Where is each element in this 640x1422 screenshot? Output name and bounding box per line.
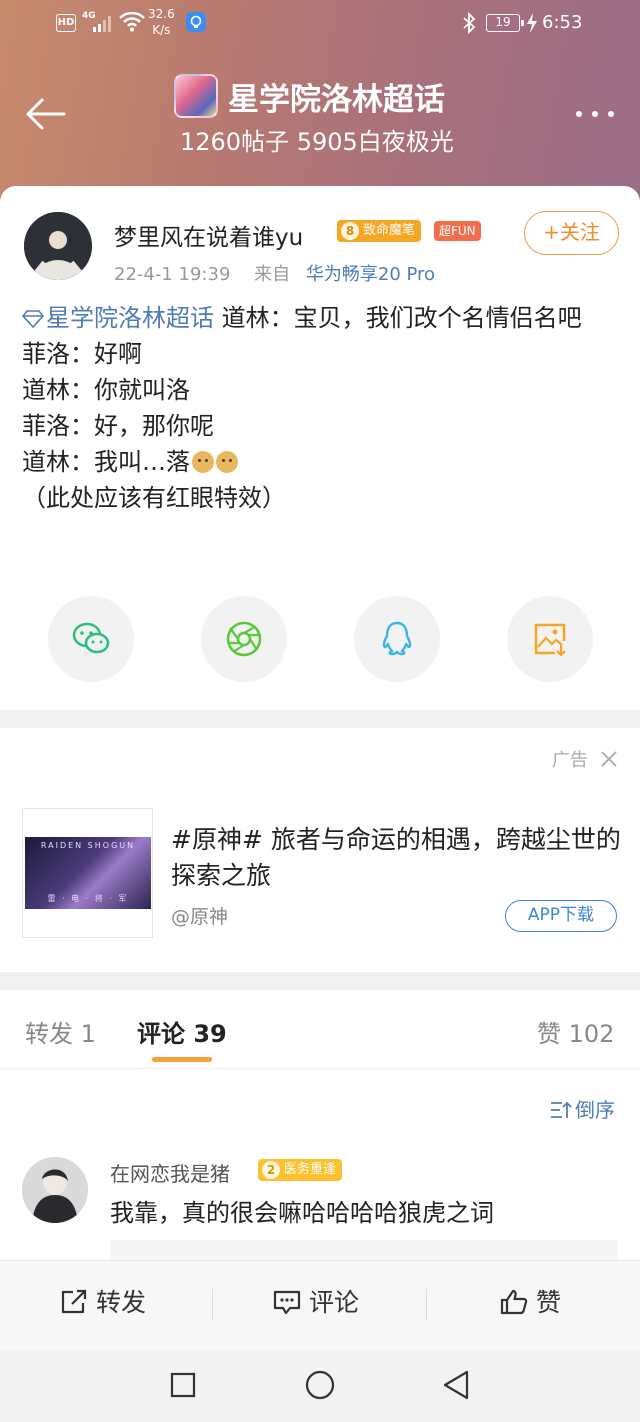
ad-close-icon[interactable] <box>600 750 618 768</box>
speed-unit: K/s <box>152 23 171 37</box>
signal-icon <box>93 16 111 32</box>
post-line: 道林：我叫…落 <box>22 444 622 480</box>
comment-label: 评论 <box>309 1288 360 1317</box>
follow-button[interactable]: +关注 <box>524 211 619 255</box>
post-line: （此处应该有红眼特效） <box>22 484 286 512</box>
post-line: 道林：你就叫洛 <box>22 376 190 404</box>
commenter-name[interactable]: 在网恋我是猪 <box>110 1158 230 1187</box>
system-nav-bar <box>0 1350 640 1422</box>
post-device[interactable]: 华为畅享20 Pro <box>306 264 435 285</box>
ad-title[interactable]: #原神# 旅者与命运的相遇，跨越尘世的探索之旅 <box>171 822 621 894</box>
action-separator <box>426 1289 427 1321</box>
commenter-avatar[interactable] <box>22 1157 88 1223</box>
repost-button[interactable]: 转发 <box>60 1283 146 1319</box>
share-qq-button[interactable] <box>354 596 440 682</box>
ad-thumbnail[interactable]: RAIDEN SHOGUN 雷 · 电 · 将 · 军 <box>22 808 153 938</box>
tabs-divider <box>0 1068 640 1069</box>
supertopic-diamond-icon <box>22 310 44 328</box>
ad-download-button[interactable]: APP下载 <box>505 900 617 932</box>
commenter-badge-label: 医务重逢 <box>284 1162 337 1177</box>
post-body: 星学院洛林超话 道林：宝贝，我们改个名情侣名吧 菲洛：好啊 道林：你就叫洛 菲洛… <box>22 300 622 516</box>
hd-indicator: HD <box>56 14 76 32</box>
bluetooth-icon <box>463 12 476 34</box>
like-label: 赞 <box>536 1288 562 1317</box>
repost-icon <box>61 1289 87 1314</box>
comment-icon <box>273 1290 301 1315</box>
battery-level: 19 <box>486 14 524 32</box>
level-number: 8 <box>341 222 359 240</box>
post-line: 菲洛：好，那你呢 <box>22 412 214 440</box>
level-number: 2 <box>262 1161 280 1179</box>
speed-value: 32.6 <box>148 7 175 21</box>
share-wechat-button[interactable] <box>48 596 134 682</box>
post-source-prefix: 来自 <box>254 264 291 285</box>
sort-label: 倒序 <box>575 1098 615 1122</box>
post-line: 菲洛：好啊 <box>22 340 142 368</box>
fun-badge[interactable]: 超FUN <box>434 221 481 241</box>
author-avatar[interactable] <box>24 212 92 280</box>
tab-comments[interactable]: 评论 39 <box>137 1014 227 1049</box>
ad-label: 广告 <box>552 750 588 771</box>
network-speed: 32.6 K/s <box>148 6 175 38</box>
action-separator <box>212 1289 213 1321</box>
notification-app-icon <box>186 12 206 32</box>
moments-icon <box>226 621 262 657</box>
sort-icon <box>551 1101 572 1118</box>
topic-stats: 1260帖子 5905白夜极光 <box>180 128 454 156</box>
topic-avatar[interactable] <box>174 74 218 118</box>
wechat-icon <box>72 622 110 654</box>
section-divider <box>0 972 640 990</box>
post-meta: 22-4-1 19:39 来自 华为畅享20 Pro <box>114 260 435 286</box>
author-name[interactable]: 梦里风在说着谁yu <box>114 218 303 252</box>
level-badge-label: 致命魔笔 <box>363 223 416 238</box>
more-options-icon[interactable] <box>574 100 616 128</box>
like-thumb-icon <box>500 1289 528 1315</box>
clock: 6:53 <box>542 12 583 33</box>
topic-title[interactable]: 星学院洛林超话 <box>228 74 445 119</box>
back-triangle-icon[interactable] <box>442 1370 470 1400</box>
recents-square-icon[interactable] <box>170 1370 196 1400</box>
commenter-badge[interactable]: 2 医务重逢 <box>258 1159 343 1181</box>
post-card: 梦里风在说着谁yu 8 致命魔笔 超FUN +关注 22-4-1 19:39 来… <box>0 186 640 710</box>
sort-toggle[interactable]: 倒序 <box>550 1094 615 1123</box>
charging-icon <box>527 13 537 33</box>
ad-thumb-caption: 雷 · 电 · 将 · 军 <box>47 894 129 903</box>
qq-icon <box>382 621 412 656</box>
repost-label: 转发 <box>96 1288 147 1317</box>
topic-link[interactable]: 星学院洛林超话 <box>46 304 214 332</box>
status-bar: HD 4G 32.6 K/s 19 6:53 <box>0 0 640 48</box>
ad-source: @原神 <box>171 906 229 928</box>
post-date: 22-4-1 19:39 <box>114 264 231 285</box>
share-moments-button[interactable] <box>201 596 287 682</box>
ad-thumb-caption: RAIDEN SHOGUN <box>40 841 136 850</box>
doge-emoji-icon <box>192 451 214 473</box>
comment-text[interactable]: 我靠，真的很会嘛哈哈哈哈狼虎之词 <box>110 1193 494 1228</box>
section-divider <box>0 710 640 728</box>
save-image-icon <box>534 623 566 657</box>
post-line: 星学院洛林超话 道林：宝贝，我们改个名情侣名吧 <box>22 300 622 336</box>
tab-repost[interactable]: 转发 1 <box>25 1014 96 1049</box>
like-button[interactable]: 赞 <box>500 1283 561 1319</box>
active-tab-indicator <box>152 1057 212 1062</box>
tab-likes[interactable]: 赞 102 <box>537 1014 614 1049</box>
comment-button[interactable]: 评论 <box>273 1283 359 1319</box>
author-level-badge[interactable]: 8 致命魔笔 <box>337 220 422 242</box>
back-arrow-icon[interactable] <box>24 96 66 132</box>
home-circle-icon[interactable] <box>304 1370 336 1400</box>
save-image-button[interactable] <box>507 596 593 682</box>
wifi-icon <box>119 12 145 32</box>
bottom-action-bar: 转发 评论 赞 <box>0 1260 640 1350</box>
doge-emoji-icon <box>216 451 238 473</box>
